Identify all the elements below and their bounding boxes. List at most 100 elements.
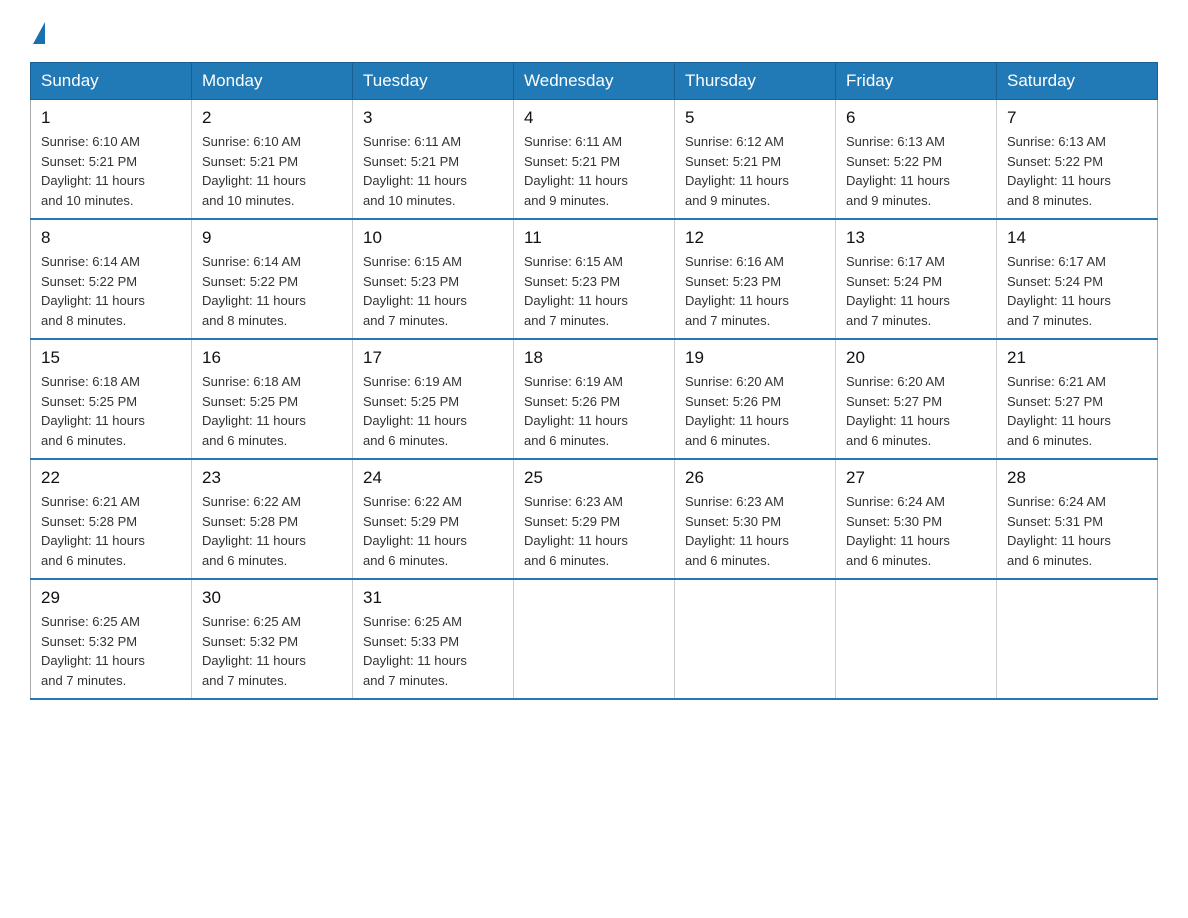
day-number: 22 bbox=[41, 468, 181, 488]
day-info: Sunrise: 6:17 AMSunset: 5:24 PMDaylight:… bbox=[1007, 252, 1147, 330]
day-info: Sunrise: 6:24 AMSunset: 5:30 PMDaylight:… bbox=[846, 492, 986, 570]
day-info: Sunrise: 6:17 AMSunset: 5:24 PMDaylight:… bbox=[846, 252, 986, 330]
calendar-cell: 22 Sunrise: 6:21 AMSunset: 5:28 PMDaylig… bbox=[31, 459, 192, 579]
calendar-cell bbox=[675, 579, 836, 699]
day-number: 26 bbox=[685, 468, 825, 488]
day-number: 23 bbox=[202, 468, 342, 488]
day-number: 13 bbox=[846, 228, 986, 248]
calendar-cell: 10 Sunrise: 6:15 AMSunset: 5:23 PMDaylig… bbox=[353, 219, 514, 339]
day-info: Sunrise: 6:19 AMSunset: 5:26 PMDaylight:… bbox=[524, 372, 664, 450]
day-info: Sunrise: 6:11 AMSunset: 5:21 PMDaylight:… bbox=[524, 132, 664, 210]
calendar-cell: 30 Sunrise: 6:25 AMSunset: 5:32 PMDaylig… bbox=[192, 579, 353, 699]
day-info: Sunrise: 6:22 AMSunset: 5:28 PMDaylight:… bbox=[202, 492, 342, 570]
day-number: 4 bbox=[524, 108, 664, 128]
calendar-cell: 27 Sunrise: 6:24 AMSunset: 5:30 PMDaylig… bbox=[836, 459, 997, 579]
day-info: Sunrise: 6:10 AMSunset: 5:21 PMDaylight:… bbox=[202, 132, 342, 210]
day-number: 29 bbox=[41, 588, 181, 608]
calendar-cell: 7 Sunrise: 6:13 AMSunset: 5:22 PMDayligh… bbox=[997, 100, 1158, 220]
calendar-week-row: 8 Sunrise: 6:14 AMSunset: 5:22 PMDayligh… bbox=[31, 219, 1158, 339]
day-number: 20 bbox=[846, 348, 986, 368]
calendar-week-row: 29 Sunrise: 6:25 AMSunset: 5:32 PMDaylig… bbox=[31, 579, 1158, 699]
day-number: 10 bbox=[363, 228, 503, 248]
calendar-cell: 18 Sunrise: 6:19 AMSunset: 5:26 PMDaylig… bbox=[514, 339, 675, 459]
calendar-cell: 4 Sunrise: 6:11 AMSunset: 5:21 PMDayligh… bbox=[514, 100, 675, 220]
day-number: 24 bbox=[363, 468, 503, 488]
day-info: Sunrise: 6:21 AMSunset: 5:28 PMDaylight:… bbox=[41, 492, 181, 570]
day-info: Sunrise: 6:23 AMSunset: 5:30 PMDaylight:… bbox=[685, 492, 825, 570]
day-number: 30 bbox=[202, 588, 342, 608]
calendar-cell: 25 Sunrise: 6:23 AMSunset: 5:29 PMDaylig… bbox=[514, 459, 675, 579]
calendar-cell: 11 Sunrise: 6:15 AMSunset: 5:23 PMDaylig… bbox=[514, 219, 675, 339]
calendar-cell: 8 Sunrise: 6:14 AMSunset: 5:22 PMDayligh… bbox=[31, 219, 192, 339]
column-header-friday: Friday bbox=[836, 63, 997, 100]
calendar-table: SundayMondayTuesdayWednesdayThursdayFrid… bbox=[30, 62, 1158, 700]
day-info: Sunrise: 6:24 AMSunset: 5:31 PMDaylight:… bbox=[1007, 492, 1147, 570]
day-info: Sunrise: 6:23 AMSunset: 5:29 PMDaylight:… bbox=[524, 492, 664, 570]
page-header bbox=[30, 20, 1158, 44]
calendar-cell: 2 Sunrise: 6:10 AMSunset: 5:21 PMDayligh… bbox=[192, 100, 353, 220]
day-number: 3 bbox=[363, 108, 503, 128]
day-number: 5 bbox=[685, 108, 825, 128]
day-number: 31 bbox=[363, 588, 503, 608]
calendar-header-row: SundayMondayTuesdayWednesdayThursdayFrid… bbox=[31, 63, 1158, 100]
calendar-cell: 23 Sunrise: 6:22 AMSunset: 5:28 PMDaylig… bbox=[192, 459, 353, 579]
day-number: 6 bbox=[846, 108, 986, 128]
day-info: Sunrise: 6:21 AMSunset: 5:27 PMDaylight:… bbox=[1007, 372, 1147, 450]
column-header-tuesday: Tuesday bbox=[353, 63, 514, 100]
day-info: Sunrise: 6:13 AMSunset: 5:22 PMDaylight:… bbox=[1007, 132, 1147, 210]
calendar-cell: 17 Sunrise: 6:19 AMSunset: 5:25 PMDaylig… bbox=[353, 339, 514, 459]
day-info: Sunrise: 6:14 AMSunset: 5:22 PMDaylight:… bbox=[202, 252, 342, 330]
calendar-cell: 3 Sunrise: 6:11 AMSunset: 5:21 PMDayligh… bbox=[353, 100, 514, 220]
column-header-saturday: Saturday bbox=[997, 63, 1158, 100]
column-header-sunday: Sunday bbox=[31, 63, 192, 100]
calendar-cell bbox=[514, 579, 675, 699]
calendar-cell bbox=[836, 579, 997, 699]
column-header-thursday: Thursday bbox=[675, 63, 836, 100]
calendar-cell: 29 Sunrise: 6:25 AMSunset: 5:32 PMDaylig… bbox=[31, 579, 192, 699]
day-number: 17 bbox=[363, 348, 503, 368]
day-info: Sunrise: 6:20 AMSunset: 5:26 PMDaylight:… bbox=[685, 372, 825, 450]
logo-triangle-icon bbox=[33, 22, 45, 44]
day-number: 27 bbox=[846, 468, 986, 488]
calendar-cell: 9 Sunrise: 6:14 AMSunset: 5:22 PMDayligh… bbox=[192, 219, 353, 339]
calendar-cell: 15 Sunrise: 6:18 AMSunset: 5:25 PMDaylig… bbox=[31, 339, 192, 459]
day-info: Sunrise: 6:11 AMSunset: 5:21 PMDaylight:… bbox=[363, 132, 503, 210]
day-info: Sunrise: 6:19 AMSunset: 5:25 PMDaylight:… bbox=[363, 372, 503, 450]
day-number: 11 bbox=[524, 228, 664, 248]
column-header-monday: Monday bbox=[192, 63, 353, 100]
calendar-cell bbox=[997, 579, 1158, 699]
calendar-cell: 24 Sunrise: 6:22 AMSunset: 5:29 PMDaylig… bbox=[353, 459, 514, 579]
calendar-cell: 13 Sunrise: 6:17 AMSunset: 5:24 PMDaylig… bbox=[836, 219, 997, 339]
day-number: 21 bbox=[1007, 348, 1147, 368]
day-info: Sunrise: 6:15 AMSunset: 5:23 PMDaylight:… bbox=[363, 252, 503, 330]
day-number: 28 bbox=[1007, 468, 1147, 488]
day-number: 9 bbox=[202, 228, 342, 248]
day-info: Sunrise: 6:25 AMSunset: 5:32 PMDaylight:… bbox=[41, 612, 181, 690]
day-number: 18 bbox=[524, 348, 664, 368]
day-number: 8 bbox=[41, 228, 181, 248]
calendar-cell: 14 Sunrise: 6:17 AMSunset: 5:24 PMDaylig… bbox=[997, 219, 1158, 339]
calendar-week-row: 22 Sunrise: 6:21 AMSunset: 5:28 PMDaylig… bbox=[31, 459, 1158, 579]
day-number: 2 bbox=[202, 108, 342, 128]
day-number: 16 bbox=[202, 348, 342, 368]
calendar-cell: 5 Sunrise: 6:12 AMSunset: 5:21 PMDayligh… bbox=[675, 100, 836, 220]
day-info: Sunrise: 6:18 AMSunset: 5:25 PMDaylight:… bbox=[41, 372, 181, 450]
day-number: 1 bbox=[41, 108, 181, 128]
calendar-cell: 31 Sunrise: 6:25 AMSunset: 5:33 PMDaylig… bbox=[353, 579, 514, 699]
calendar-week-row: 15 Sunrise: 6:18 AMSunset: 5:25 PMDaylig… bbox=[31, 339, 1158, 459]
day-info: Sunrise: 6:22 AMSunset: 5:29 PMDaylight:… bbox=[363, 492, 503, 570]
day-number: 7 bbox=[1007, 108, 1147, 128]
day-info: Sunrise: 6:25 AMSunset: 5:32 PMDaylight:… bbox=[202, 612, 342, 690]
calendar-cell: 21 Sunrise: 6:21 AMSunset: 5:27 PMDaylig… bbox=[997, 339, 1158, 459]
day-info: Sunrise: 6:15 AMSunset: 5:23 PMDaylight:… bbox=[524, 252, 664, 330]
calendar-cell: 20 Sunrise: 6:20 AMSunset: 5:27 PMDaylig… bbox=[836, 339, 997, 459]
day-number: 19 bbox=[685, 348, 825, 368]
calendar-cell: 1 Sunrise: 6:10 AMSunset: 5:21 PMDayligh… bbox=[31, 100, 192, 220]
calendar-cell: 6 Sunrise: 6:13 AMSunset: 5:22 PMDayligh… bbox=[836, 100, 997, 220]
calendar-cell: 28 Sunrise: 6:24 AMSunset: 5:31 PMDaylig… bbox=[997, 459, 1158, 579]
day-number: 15 bbox=[41, 348, 181, 368]
calendar-cell: 19 Sunrise: 6:20 AMSunset: 5:26 PMDaylig… bbox=[675, 339, 836, 459]
calendar-cell: 12 Sunrise: 6:16 AMSunset: 5:23 PMDaylig… bbox=[675, 219, 836, 339]
logo bbox=[30, 26, 45, 44]
column-header-wednesday: Wednesday bbox=[514, 63, 675, 100]
